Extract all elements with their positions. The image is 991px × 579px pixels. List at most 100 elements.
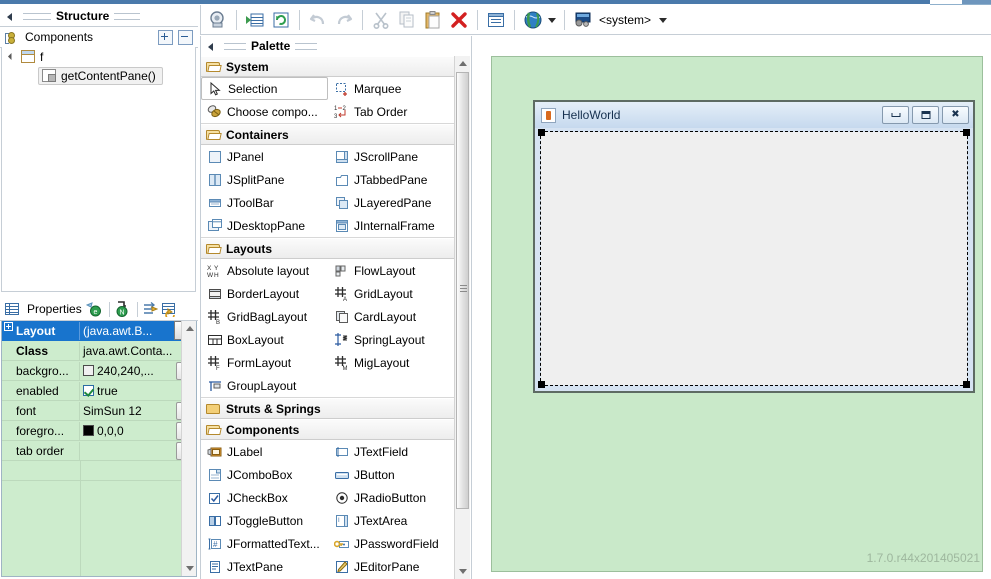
palette-item-jtextpane[interactable]: JTextPane <box>201 555 328 578</box>
close-button[interactable]: ✖ <box>942 106 969 124</box>
palette-item-jbutton[interactable]: JButton <box>328 463 455 486</box>
palette-item-jpanel[interactable]: JPanel <box>201 145 328 168</box>
property-row-class[interactable]: Class java.awt.Conta... <box>2 341 196 361</box>
test-button[interactable] <box>243 8 267 32</box>
palette-item-jtoolbar[interactable]: JToolBar <box>201 191 328 214</box>
property-row-font[interactable]: font SimSun 12 ⋯ <box>2 401 196 421</box>
expand-all-button[interactable] <box>158 29 173 45</box>
properties-scrollbar[interactable] <box>181 321 196 576</box>
property-value[interactable]: ⋯ <box>80 441 196 460</box>
palette-item-jlayeredpane[interactable]: JLayeredPane <box>328 191 455 214</box>
palette-category-layouts[interactable]: Layouts <box>201 238 455 259</box>
palette-item-jtabbedpane[interactable]: JTabbedPane <box>328 168 455 191</box>
palette-item-jtogglebutton[interactable]: JToggleButton <box>201 509 328 532</box>
palette-list[interactable]: System Selection Marquee Choose compo...… <box>201 56 455 578</box>
component-tree[interactable]: f getContentPane() <box>1 47 196 292</box>
palette-item-jinternalframe[interactable]: JInternalFrame <box>328 214 455 237</box>
palette-item-marquee[interactable]: Marquee <box>328 77 455 100</box>
palette-item-grouplayout[interactable]: GroupLayout <box>201 374 455 397</box>
palette-scrollbar[interactable] <box>454 56 470 579</box>
property-value[interactable]: SimSun 12 ⋯ <box>80 401 196 420</box>
palette-item-selection[interactable]: Selection <box>201 77 328 100</box>
design-window-titlebar[interactable]: HelloWorld ✖ <box>535 102 973 128</box>
expand-property-icon[interactable] <box>4 321 13 331</box>
palette-category-components[interactable]: Components <box>201 419 455 440</box>
property-row-foreground[interactable]: foregro... 0,0,0 ⋯ <box>2 421 196 441</box>
palette-item-absolute-layout[interactable]: XYWH Absolute layout <box>201 259 328 282</box>
locale-button[interactable] <box>521 8 545 32</box>
collapse-left-icon[interactable] <box>4 11 15 22</box>
palette-item-jcheckbox[interactable]: JCheckBox <box>201 486 328 509</box>
design-canvas[interactable]: HelloWorld ✖ 1.7.0.r44x201405021 <box>491 56 983 572</box>
selection-handle-top-left[interactable] <box>538 129 545 136</box>
property-row-layout[interactable]: Layout (java.awt.B... <box>2 321 196 341</box>
palette-item-gridlayout[interactable]: A GridLayout <box>328 282 455 305</box>
redo-button[interactable] <box>332 8 356 32</box>
minimize-button[interactable] <box>882 106 909 124</box>
palette-item-choose-component[interactable]: Choose compo... <box>201 100 328 123</box>
restore-defaults-icon[interactable] <box>161 301 177 320</box>
copy-button[interactable] <box>395 8 419 32</box>
property-value[interactable]: 0,0,0 ⋯ <box>80 421 196 440</box>
design-content-pane[interactable] <box>538 129 970 388</box>
property-value[interactable]: true <box>80 382 196 400</box>
palette-item-jcombobox[interactable]: JComboBox <box>201 463 328 486</box>
tree-item-frame[interactable]: f <box>2 47 195 66</box>
palette-item-jsplitpane[interactable]: JSplitPane <box>201 168 328 191</box>
look-and-feel-button[interactable] <box>571 8 595 32</box>
palette-item-tab-order[interactable]: 123 Tab Order <box>328 100 455 123</box>
palette-category-containers[interactable]: Containers <box>201 124 455 145</box>
open-source-button[interactable] <box>206 8 230 32</box>
palette-category-system[interactable]: System <box>201 56 455 77</box>
palette-item-gridbaglayout[interactable]: B GridBagLayout <box>201 305 328 328</box>
look-and-feel-dropdown-caret-icon[interactable] <box>657 10 670 30</box>
palette-item-miglayout[interactable]: M MigLayout <box>328 351 455 374</box>
palette-item-jscrollpane[interactable]: JScrollPane <box>328 145 455 168</box>
enabled-checkbox[interactable] <box>83 385 94 396</box>
selection-handle-top-right[interactable] <box>963 129 970 136</box>
palette-item-jformattedtextfield[interactable]: # JFormattedText... <box>201 532 328 555</box>
palette-item-formlayout[interactable]: F FormLayout <box>201 351 328 374</box>
palette-item-jpasswordfield[interactable]: JPasswordField <box>328 532 455 555</box>
scroll-up-icon[interactable] <box>455 56 470 71</box>
cut-button[interactable] <box>369 8 393 32</box>
paste-button[interactable] <box>421 8 445 32</box>
scroll-down-icon[interactable] <box>182 561 196 576</box>
tree-item-content-pane[interactable]: getContentPane() <box>2 66 195 85</box>
palette-panel-header[interactable]: Palette <box>201 36 470 56</box>
properties-grid[interactable]: Layout (java.awt.B... Class java.awt.Con… <box>1 321 197 577</box>
undo-button[interactable] <box>306 8 330 32</box>
property-row-background[interactable]: backgro... 240,240,... ⋯ <box>2 361 196 381</box>
refresh-button[interactable] <box>269 8 293 32</box>
property-value[interactable]: 240,240,... ⋯ <box>80 361 196 380</box>
structure-panel-header[interactable]: Structure <box>0 6 198 26</box>
properties-button[interactable] <box>484 8 508 32</box>
property-row-enabled[interactable]: enabled true <box>2 381 196 401</box>
palette-scroll-thumb[interactable] <box>456 72 469 509</box>
palette-item-jtextarea[interactable]: I JTextArea <box>328 509 455 532</box>
palette-item-borderlayout[interactable]: BorderLayout <box>201 282 328 305</box>
collapse-left-icon[interactable] <box>205 41 216 52</box>
design-window-helloworld[interactable]: HelloWorld ✖ <box>533 100 975 393</box>
property-value[interactable]: (java.awt.B... <box>80 321 196 340</box>
palette-item-jeditorpane[interactable]: JEditorPane <box>328 555 455 578</box>
maximize-button[interactable] <box>912 106 939 124</box>
locale-dropdown-caret-icon[interactable] <box>546 10 559 30</box>
palette-item-flowlayout[interactable]: FlowLayout <box>328 259 455 282</box>
palette-item-boxlayout[interactable]: BoxLayout <box>201 328 328 351</box>
palette-item-springlayout[interactable]: SpringLayout <box>328 328 455 351</box>
palette-body[interactable]: System Selection Marquee Choose compo...… <box>201 56 470 579</box>
delete-button[interactable] <box>447 8 471 32</box>
tree-expand-arrow-icon[interactable] <box>8 51 19 62</box>
goto-definition-icon[interactable]: N <box>114 301 130 317</box>
palette-item-jtextfield[interactable]: JTextField <box>328 440 455 463</box>
palette-item-jlabel[interactable]: JLabel <box>201 440 328 463</box>
palette-item-jradiobutton[interactable]: JRadioButton <box>328 486 455 509</box>
scroll-up-icon[interactable] <box>182 321 196 336</box>
property-row-tab-order[interactable]: tab order ⋯ <box>2 441 196 461</box>
palette-category-struts-springs[interactable]: Struts & Springs <box>201 398 455 419</box>
show-events-icon[interactable]: e <box>85 301 102 317</box>
selection-handle-bottom-right[interactable] <box>963 381 970 388</box>
show-advanced-icon[interactable] <box>142 301 159 317</box>
collapse-all-button[interactable] <box>178 29 193 45</box>
